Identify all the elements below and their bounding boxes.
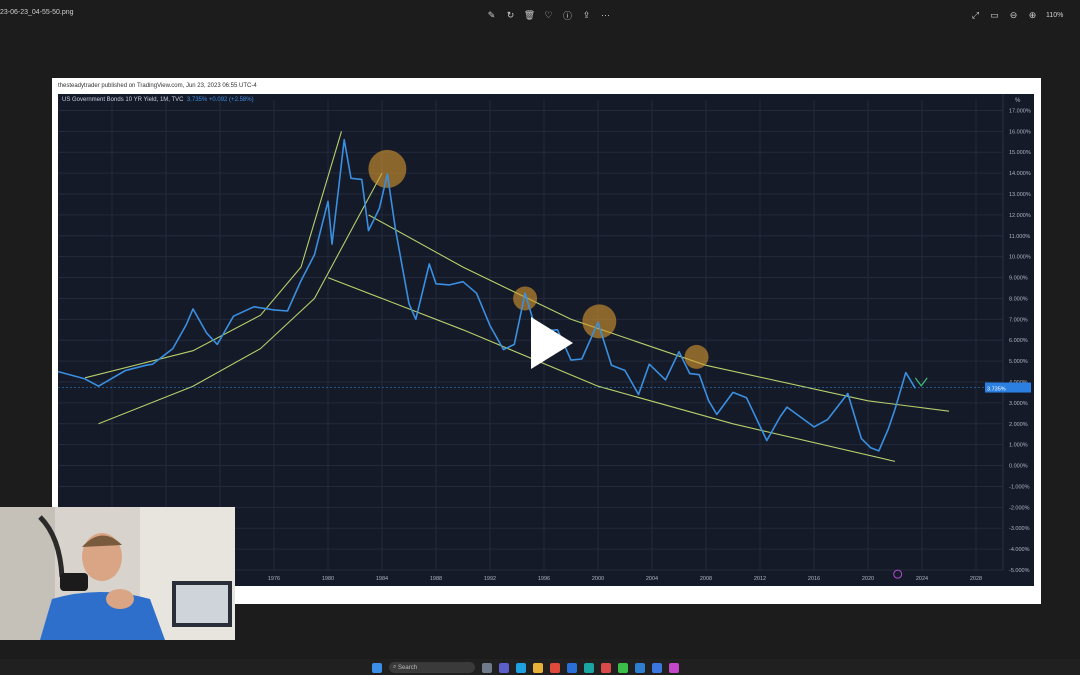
- taskbar-search-label: Search: [398, 664, 418, 671]
- y-tick-label: 2.000%: [1009, 422, 1028, 428]
- yield-line: [57, 138, 916, 452]
- zoom-in-icon[interactable]: ⊕: [1023, 8, 1042, 22]
- y-tick-label: 3.000%: [1009, 401, 1028, 407]
- y-tick-label: -5.000%: [1009, 568, 1030, 574]
- start-icon[interactable]: [372, 662, 382, 673]
- legend-values: 3.735% +0.092 (+2.58%): [186, 97, 254, 103]
- x-tick-label: 2028: [970, 576, 982, 582]
- x-tick-label: 2004: [646, 576, 658, 582]
- y-tick-label: 7.000%: [1009, 317, 1028, 323]
- y-tick-label: 6.000%: [1009, 338, 1028, 344]
- x-tick-label: 1976: [268, 576, 280, 582]
- viewer-actions: ✎ ↻ 🗑 ♡ ⓘ ⇪ ···: [482, 8, 615, 22]
- chart-legend: US Government Bonds 10 YR Yield, 1M, TVC…: [62, 97, 254, 103]
- y-tick-label: 5.000%: [1009, 359, 1028, 365]
- x-tick-label: 1980: [322, 576, 334, 582]
- y-tick-label: 11.000%: [1009, 234, 1030, 240]
- x-tick-label: 1996: [538, 576, 550, 582]
- x-tick-label: 2024: [916, 576, 928, 582]
- published-line: thesteadytrader published on TradingView…: [58, 83, 257, 89]
- store-icon[interactable]: [567, 662, 577, 673]
- taskbar-icons: ⌕ Search: [372, 662, 679, 673]
- y-tick-label: -2.000%: [1009, 505, 1030, 511]
- x-tick-label: 2012: [754, 576, 766, 582]
- highlight-circle: [582, 304, 617, 339]
- expand-icon[interactable]: ⤢: [966, 8, 985, 22]
- app-icon-blue[interactable]: [652, 662, 662, 673]
- y-tick-label: 10.000%: [1009, 255, 1031, 261]
- x-tick-label: 1984: [376, 576, 388, 582]
- app-icon-purple[interactable]: [669, 662, 679, 673]
- play-button[interactable]: [527, 315, 575, 371]
- x-tick-label: 2000: [592, 576, 604, 582]
- highlight-circle: [368, 149, 407, 188]
- highlight-circle: [684, 344, 709, 369]
- presenter-image: [0, 507, 235, 640]
- y-tick-label: 1.000%: [1009, 443, 1028, 449]
- favorite-icon[interactable]: ♡: [539, 8, 558, 22]
- percent-icon: %: [1015, 98, 1021, 104]
- x-tick-label: 2016: [808, 576, 820, 582]
- edge-icon[interactable]: [516, 662, 526, 673]
- app-icon-green[interactable]: [618, 662, 628, 673]
- webcam-video: [0, 507, 235, 640]
- skype-icon[interactable]: [584, 662, 594, 673]
- zoom-level: 110%: [1046, 11, 1064, 19]
- y-tick-label: 14.000%: [1009, 171, 1031, 177]
- x-tick-label: 2008: [700, 576, 712, 582]
- price-badge: 3.735%: [987, 387, 1006, 393]
- app-icon-red[interactable]: [601, 662, 611, 673]
- channel-line: [327, 277, 896, 462]
- delete-icon[interactable]: 🗑: [520, 8, 539, 22]
- x-tick-label: 1988: [430, 576, 442, 582]
- photos-icon[interactable]: [635, 662, 645, 673]
- legend-title: US Government Bonds 10 YR Yield, 1M, TVC: [62, 97, 184, 103]
- y-tick-label: 9.000%: [1009, 276, 1028, 282]
- x-tick-label: 1992: [484, 576, 496, 582]
- x-tick-label: 2020: [862, 576, 874, 582]
- chrome-icon[interactable]: [550, 662, 560, 673]
- time-marker-icon: [893, 569, 903, 579]
- y-tick-label: -1.000%: [1009, 484, 1030, 490]
- task-view-icon[interactable]: [482, 662, 492, 673]
- y-tick-label: 17.000%: [1009, 108, 1031, 114]
- fit-icon[interactable]: ▭: [985, 8, 1004, 22]
- y-tick-label: 8.000%: [1009, 296, 1028, 302]
- y-tick-label: 15.000%: [1009, 150, 1031, 156]
- play-icon: [531, 317, 573, 369]
- highlight-circle: [513, 286, 538, 311]
- y-tick-label: 13.000%: [1009, 192, 1031, 198]
- y-tick-label: 12.000%: [1009, 213, 1031, 219]
- file-name: 23-06-23_04-55-50.png: [0, 9, 74, 16]
- edit-icon[interactable]: ✎: [482, 8, 501, 22]
- y-tick-label: 0.000%: [1009, 464, 1028, 470]
- rotate-icon[interactable]: ↻: [501, 8, 520, 22]
- y-tick-label: -4.000%: [1009, 547, 1030, 553]
- share-icon[interactable]: ⇪: [577, 8, 596, 22]
- more-icon[interactable]: ···: [596, 8, 615, 22]
- viewer-zoom-controls: ⤢ ▭ ⊖ ⊕ 110%: [966, 8, 1064, 22]
- info-icon[interactable]: ⓘ: [558, 8, 577, 22]
- file-explorer-icon[interactable]: [533, 662, 543, 673]
- y-tick-label: -3.000%: [1009, 526, 1030, 532]
- chat-icon[interactable]: [499, 662, 509, 673]
- y-tick-label: 16.000%: [1009, 129, 1031, 135]
- taskbar-search[interactable]: ⌕ Search: [389, 662, 475, 673]
- zoom-out-icon[interactable]: ⊖: [1004, 8, 1023, 22]
